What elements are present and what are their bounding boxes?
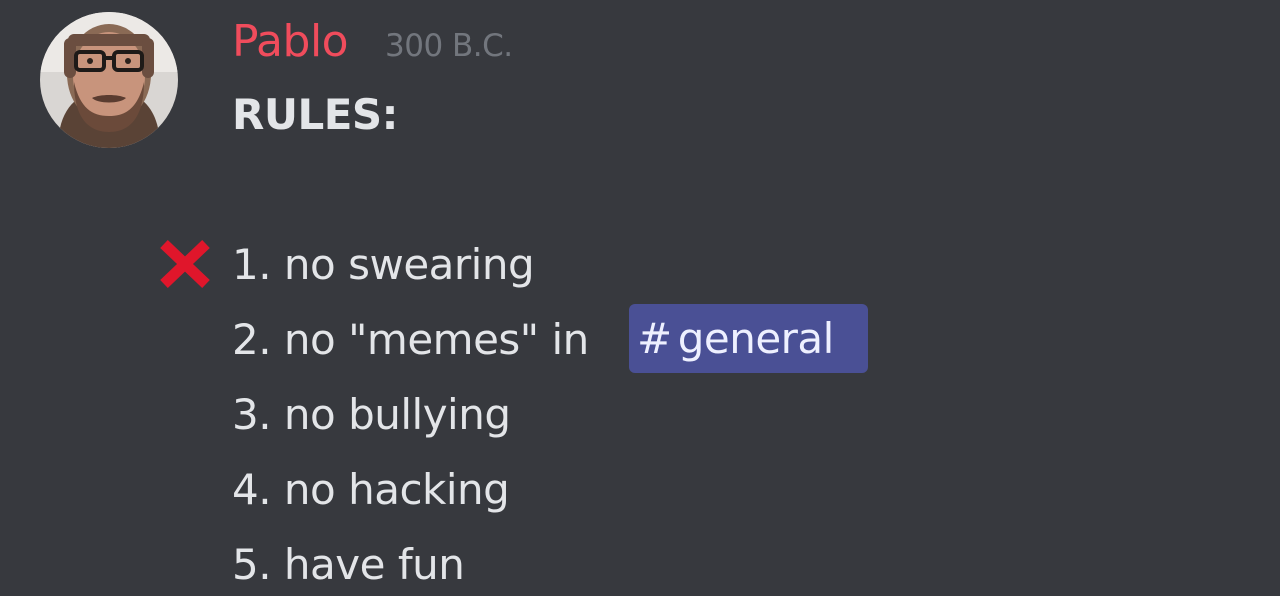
cross-mark-icon — [156, 236, 214, 292]
rule-item: 5. have fun — [232, 540, 465, 589]
rule-item: 1. no swearing — [232, 240, 535, 289]
channel-mention[interactable]: # general — [629, 304, 868, 373]
author-name[interactable]: Pablo — [232, 14, 349, 70]
rule-item: 2. no "memes" in — [232, 315, 589, 364]
chat-message: Pablo 300 B.C. RULES: 1. no swearing 2. … — [0, 0, 1280, 596]
avatar[interactable] — [40, 12, 178, 148]
hash-icon: # — [637, 314, 672, 363]
rules-title: RULES: — [232, 90, 398, 139]
rule-item: 3. no bullying — [232, 390, 511, 439]
message-timestamp: 300 B.C. — [385, 28, 513, 64]
channel-mention-label: general — [677, 314, 835, 363]
rule-item: 4. no hacking — [232, 465, 510, 514]
